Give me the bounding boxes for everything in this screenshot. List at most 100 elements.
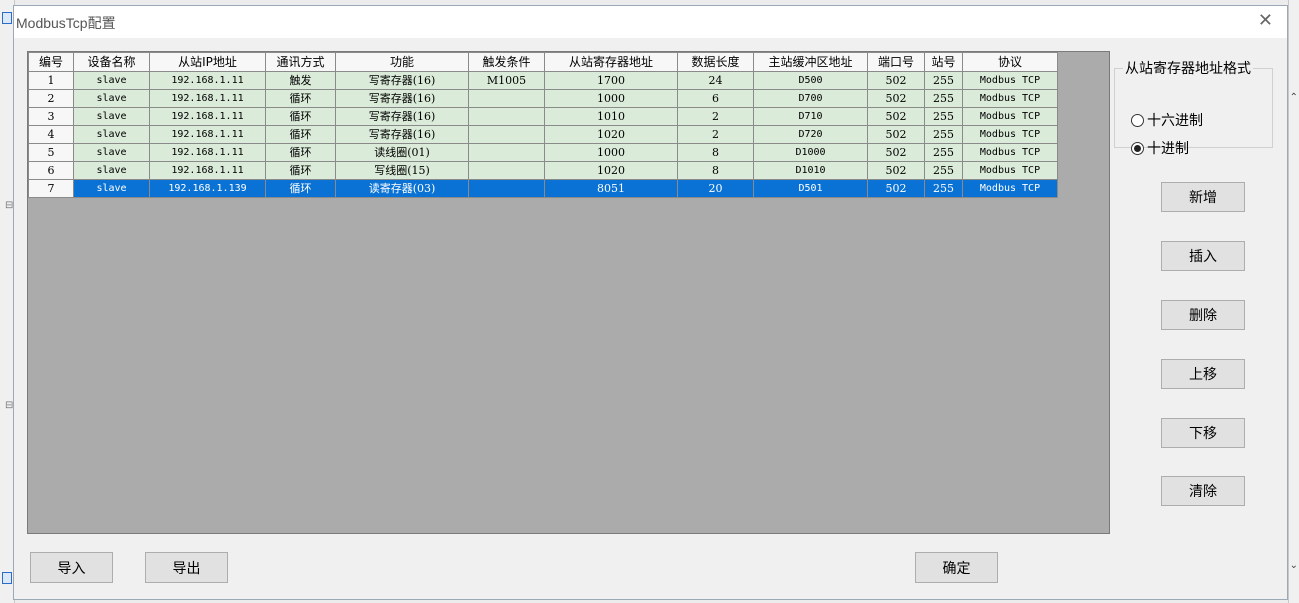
column-header[interactable]: 站号 <box>924 52 963 72</box>
table-row[interactable]: 4 slave 192.168.1.11 循环 写寄存器(16) 1020 2 D720 502… <box>28 125 1058 144</box>
table-cell[interactable]: 循环 <box>265 89 336 108</box>
close-icon[interactable]: ✕ <box>1258 10 1273 31</box>
table-cell[interactable]: slave <box>73 125 150 144</box>
move-down-button[interactable]: 下移 <box>1161 418 1245 448</box>
table-cell[interactable]: slave <box>73 107 150 126</box>
table-cell[interactable]: 255 <box>924 89 963 108</box>
table-cell[interactable]: 255 <box>924 71 963 90</box>
table-cell[interactable]: 写寄存器(16) <box>335 125 469 144</box>
table-cell[interactable]: 502 <box>867 89 925 108</box>
export-button[interactable]: 导出 <box>145 552 228 583</box>
table-cell[interactable]: D710 <box>753 107 868 126</box>
table-row[interactable]: 7 slave 192.168.1.139 循环 读寄存器(03) 8051 20 D501 5… <box>28 179 1058 198</box>
insert-button[interactable]: 插入 <box>1161 241 1245 271</box>
table-cell[interactable]: 255 <box>924 143 963 162</box>
column-header[interactable]: 功能 <box>335 52 469 72</box>
table-cell[interactable]: 读寄存器(03) <box>335 179 469 198</box>
table-cell[interactable]: 触发 <box>265 71 336 90</box>
row-number-cell[interactable]: 3 <box>28 107 74 126</box>
table-row[interactable]: 3 slave 192.168.1.11 循环 写寄存器(16) 1010 2 D710 502… <box>28 107 1058 126</box>
table-cell[interactable]: 8 <box>677 143 754 162</box>
column-header[interactable]: 协议 <box>962 52 1058 72</box>
table-cell[interactable]: slave <box>73 161 150 180</box>
row-number-cell[interactable]: 7 <box>28 179 74 198</box>
table-cell[interactable]: 192.168.1.139 <box>149 179 266 198</box>
table-cell[interactable]: D500 <box>753 71 868 90</box>
table-cell[interactable]: 502 <box>867 161 925 180</box>
table-row[interactable]: 6 slave 192.168.1.11 循环 写线圈(15) 1020 8 D1010 502… <box>28 161 1058 180</box>
table-cell[interactable]: 192.168.1.11 <box>149 71 266 90</box>
table-cell[interactable]: 写寄存器(16) <box>335 107 469 126</box>
table-cell[interactable]: slave <box>73 89 150 108</box>
table-cell[interactable]: 1000 <box>544 89 678 108</box>
table-cell[interactable]: 502 <box>867 107 925 126</box>
column-header[interactable]: 从站IP地址 <box>149 52 266 72</box>
table-row[interactable]: 5 slave 192.168.1.11 循环 读线圈(01) 1000 8 D1000 502… <box>28 143 1058 162</box>
table-cell[interactable]: 20 <box>677 179 754 198</box>
table-cell[interactable]: 192.168.1.11 <box>149 89 266 108</box>
table-cell[interactable]: D1010 <box>753 161 868 180</box>
table-cell[interactable]: 循环 <box>265 125 336 144</box>
table-cell[interactable]: Modbus TCP <box>962 107 1058 126</box>
move-up-button[interactable]: 上移 <box>1161 359 1245 389</box>
column-header[interactable]: 从站寄存器地址 <box>544 52 678 72</box>
column-header[interactable]: 触发条件 <box>468 52 545 72</box>
table-cell[interactable]: Modbus TCP <box>962 179 1058 198</box>
add-button[interactable]: 新增 <box>1161 182 1245 212</box>
table-cell[interactable]: M1005 <box>468 71 545 90</box>
table-cell[interactable]: 6 <box>677 89 754 108</box>
table-cell[interactable]: 1700 <box>544 71 678 90</box>
row-number-cell[interactable]: 6 <box>28 161 74 180</box>
column-header[interactable]: 设备名称 <box>73 52 150 72</box>
table-cell[interactable]: Modbus TCP <box>962 143 1058 162</box>
table-cell[interactable]: 1010 <box>544 107 678 126</box>
table-cell[interactable]: 8051 <box>544 179 678 198</box>
table-cell[interactable]: 502 <box>867 125 925 144</box>
table-cell[interactable]: slave <box>73 179 150 198</box>
column-header[interactable]: 数据长度 <box>677 52 754 72</box>
column-header[interactable]: 端口号 <box>867 52 925 72</box>
radio-hex[interactable]: 十六进制 <box>1131 110 1203 130</box>
table-cell[interactable]: D700 <box>753 89 868 108</box>
table-cell[interactable]: Modbus TCP <box>962 125 1058 144</box>
table-cell[interactable]: Modbus TCP <box>962 89 1058 108</box>
table-cell[interactable]: 255 <box>924 107 963 126</box>
table-cell[interactable]: D501 <box>753 179 868 198</box>
column-header[interactable]: 编号 <box>28 52 74 72</box>
config-grid[interactable]: 编号 设备名称 从站IP地址 通讯方式 功能 触发条件 从站寄存器地址 数据长度 主站缓冲区地址… <box>27 51 1110 534</box>
table-cell[interactable]: 1020 <box>544 125 678 144</box>
table-cell[interactable]: 502 <box>867 143 925 162</box>
table-cell[interactable]: 255 <box>924 125 963 144</box>
table-cell[interactable]: 502 <box>867 179 925 198</box>
table-cell[interactable]: 写寄存器(16) <box>335 71 469 90</box>
radio-decimal[interactable]: 十进制 <box>1131 138 1189 158</box>
table-cell[interactable]: 循环 <box>265 143 336 162</box>
table-cell[interactable]: 192.168.1.11 <box>149 161 266 180</box>
table-cell[interactable] <box>468 179 545 198</box>
table-cell[interactable]: 循环 <box>265 161 336 180</box>
table-cell[interactable]: D1000 <box>753 143 868 162</box>
row-number-cell[interactable]: 2 <box>28 89 74 108</box>
table-cell[interactable]: 192.168.1.11 <box>149 143 266 162</box>
row-number-cell[interactable]: 4 <box>28 125 74 144</box>
table-cell[interactable]: 1020 <box>544 161 678 180</box>
table-cell[interactable] <box>468 161 545 180</box>
table-cell[interactable]: 192.168.1.11 <box>149 107 266 126</box>
table-cell[interactable]: 192.168.1.11 <box>149 125 266 144</box>
table-cell[interactable] <box>468 125 545 144</box>
column-header[interactable]: 主站缓冲区地址 <box>753 52 868 72</box>
row-number-cell[interactable]: 5 <box>28 143 74 162</box>
table-cell[interactable] <box>468 107 545 126</box>
ok-button[interactable]: 确定 <box>915 552 998 583</box>
table-cell[interactable]: slave <box>73 71 150 90</box>
table-cell[interactable]: 读线圈(01) <box>335 143 469 162</box>
table-row[interactable]: 1 slave 192.168.1.11 触发 写寄存器(16) M1005 1700 24 D… <box>28 71 1058 90</box>
table-cell[interactable]: Modbus TCP <box>962 71 1058 90</box>
table-cell[interactable] <box>468 143 545 162</box>
table-cell[interactable]: 循环 <box>265 179 336 198</box>
table-row[interactable]: 2 slave 192.168.1.11 循环 写寄存器(16) 1000 6 D700 502… <box>28 89 1058 108</box>
table-cell[interactable]: 502 <box>867 71 925 90</box>
table-cell[interactable] <box>468 89 545 108</box>
table-cell[interactable]: slave <box>73 143 150 162</box>
table-cell[interactable]: D720 <box>753 125 868 144</box>
